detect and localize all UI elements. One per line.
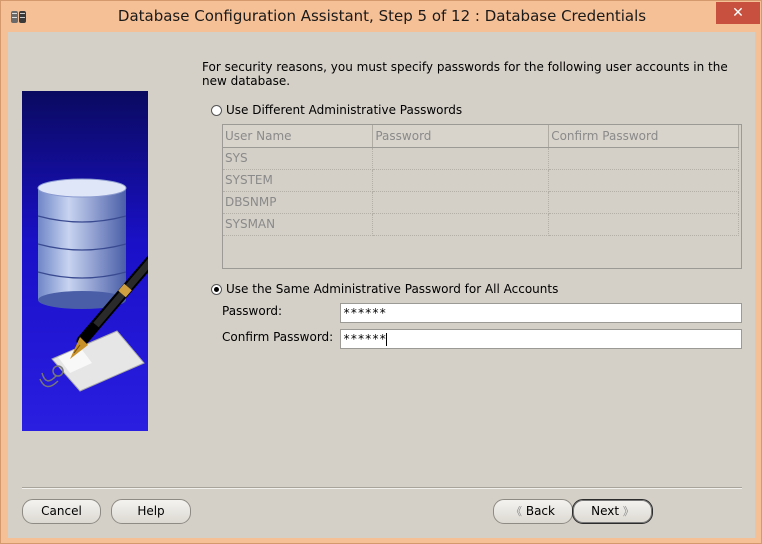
confirm-password-cell — [548, 169, 739, 192]
radio-icon[interactable] — [211, 104, 222, 116]
column-header-password[interactable]: Password — [372, 125, 550, 148]
password-cell — [372, 169, 550, 192]
database-illustration — [22, 91, 148, 431]
table-row: SYS — [223, 147, 739, 170]
confirm-password-input[interactable]: ****** — [340, 329, 742, 349]
column-header-confirm-password[interactable]: Confirm Password — [548, 125, 739, 148]
help-button[interactable]: Help — [111, 499, 191, 524]
dialog-content: For security reasons, you must specify p… — [8, 32, 755, 538]
database-cylinder-icon — [37, 178, 127, 309]
password-label: Password: — [222, 304, 283, 318]
close-button[interactable]: ✕ — [716, 2, 760, 24]
next-button-label: Next — [591, 504, 620, 518]
same-password-label: Use the Same Administrative Password for… — [226, 282, 559, 296]
dialog-window: Database Configuration Assistant, Step 5… — [0, 0, 762, 544]
table-header-row: User Name Password Confirm Password — [223, 125, 739, 148]
password-value: ****** — [343, 306, 387, 320]
table-row: SYSMAN — [223, 213, 739, 236]
confirm-password-cell — [548, 213, 739, 236]
password-cell — [372, 147, 550, 170]
table-row: SYSTEM — [223, 169, 739, 192]
title-bar: Database Configuration Assistant, Step 5… — [1, 1, 761, 32]
close-icon: ✕ — [732, 5, 744, 21]
confirm-password-cell — [548, 191, 739, 214]
radio-icon[interactable] — [211, 283, 222, 295]
user-name-cell: DBSNMP — [223, 191, 374, 214]
user-name-cell: SYS — [223, 147, 374, 170]
user-name-cell: SYSTEM — [223, 169, 374, 192]
same-password-option[interactable]: Use the Same Administrative Password for… — [211, 282, 558, 296]
accounts-table: User Name Password Confirm Password SYS … — [222, 124, 742, 269]
user-name-cell: SYSMAN — [223, 213, 374, 236]
text-caret — [386, 333, 388, 346]
back-button-label: Back — [525, 504, 555, 518]
password-cell — [372, 191, 550, 214]
next-button[interactable]: Next 》 — [572, 499, 653, 524]
password-input[interactable]: ****** — [340, 303, 742, 323]
intro-text: For security reasons, you must specify p… — [202, 60, 728, 88]
different-passwords-label: Use Different Administrative Passwords — [226, 103, 463, 117]
cancel-button[interactable]: Cancel — [22, 499, 101, 524]
table-row: DBSNMP — [223, 191, 739, 214]
different-passwords-option[interactable]: Use Different Administrative Passwords — [211, 103, 462, 117]
column-header-user-name[interactable]: User Name — [223, 125, 374, 148]
window-title: Database Configuration Assistant, Step 5… — [117, 7, 647, 25]
back-button[interactable]: 《 Back — [493, 499, 573, 524]
back-arrow-icon: 《 — [511, 505, 523, 518]
confirm-password-value: ****** — [343, 332, 387, 346]
password-cell — [372, 213, 550, 236]
confirm-password-cell — [548, 147, 739, 170]
confirm-password-label: Confirm Password: — [222, 330, 334, 344]
button-separator — [22, 487, 742, 489]
next-arrow-icon: 》 — [622, 505, 634, 518]
